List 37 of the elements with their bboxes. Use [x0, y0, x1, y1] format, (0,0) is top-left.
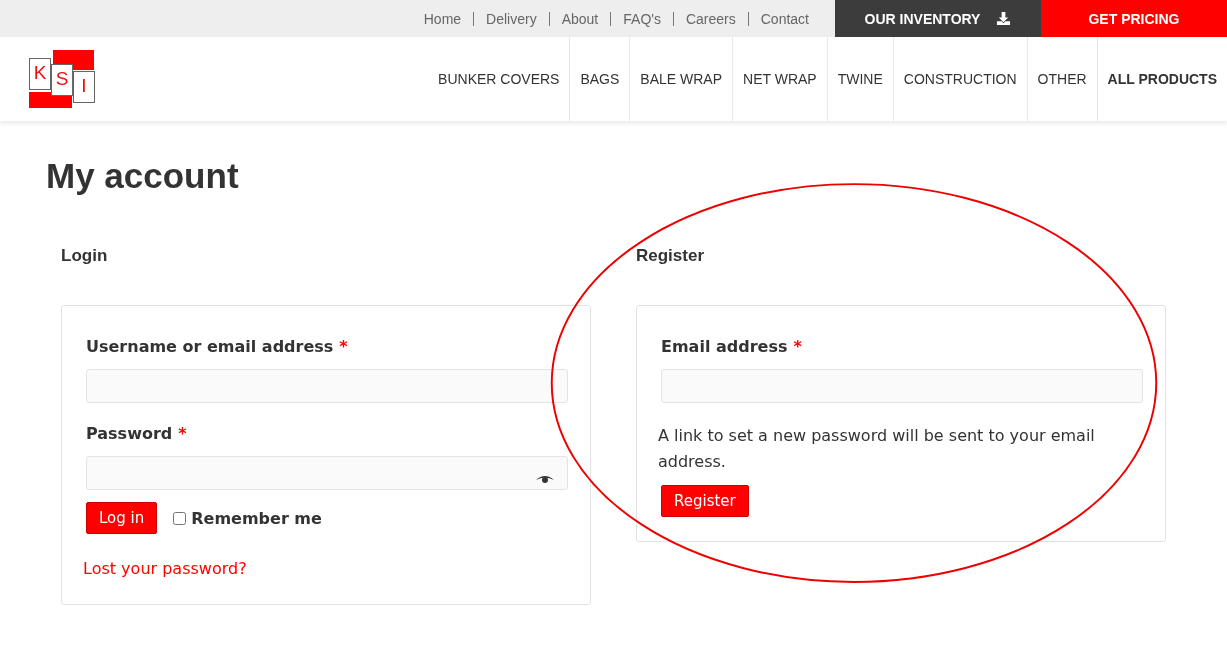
- field-label: Username or email address: [86, 336, 334, 358]
- password-field[interactable]: [86, 456, 568, 490]
- login-button[interactable]: Log in: [86, 502, 158, 534]
- top-nav-link[interactable]: FAQ's: [611, 10, 673, 27]
- nav-link[interactable]: NET WRAP: [732, 37, 827, 121]
- nav-link[interactable]: TWINE: [826, 37, 893, 121]
- required-mark: *: [793, 336, 802, 358]
- info-text: A link to set a new password will be sent to your email address.: [658, 425, 1096, 473]
- required-mark: *: [178, 423, 187, 445]
- top-nav-link[interactable]: Careers: [673, 10, 748, 27]
- nav-link[interactable]: BALE WRAP: [629, 37, 733, 121]
- top-nav-link[interactable]: Delivery: [474, 10, 549, 27]
- top-nav-link[interactable]: About: [549, 10, 611, 27]
- section-heading: Register: [636, 245, 706, 267]
- top-nav-link[interactable]: Contact: [748, 10, 821, 27]
- eye-icon[interactable]: [535, 474, 555, 484]
- page-title: My account: [46, 155, 240, 197]
- section-heading: Login: [61, 245, 109, 267]
- text-field[interactable]: [86, 369, 568, 403]
- get-pricing-button[interactable]: GET PRICING: [1041, 0, 1227, 37]
- logo[interactable]: K S I: [29, 50, 95, 108]
- text-field[interactable]: [661, 369, 1143, 403]
- field-label: Password: [86, 423, 173, 445]
- nav-link[interactable]: ALL PRODUCTS: [1096, 37, 1227, 121]
- required-mark: *: [339, 336, 348, 358]
- nav-link[interactable]: BAGS: [569, 37, 630, 121]
- nav-link[interactable]: OTHER: [1026, 37, 1097, 121]
- top-nav-link[interactable]: Home: [411, 10, 474, 27]
- nav-link[interactable]: CONSTRUCTION: [892, 37, 1027, 121]
- lost-password-link[interactable]: Lost your password?: [83, 558, 247, 580]
- field-label: Email address: [661, 336, 788, 358]
- download-icon: [996, 11, 1012, 26]
- register-button[interactable]: Register: [661, 485, 749, 517]
- remember-checkbox[interactable]: [173, 511, 187, 525]
- nav-link[interactable]: BUNKER COVERS: [428, 37, 570, 121]
- inventory-button[interactable]: OUR INVENTORY: [835, 0, 1041, 37]
- checkbox-label: Remember me: [191, 508, 322, 528]
